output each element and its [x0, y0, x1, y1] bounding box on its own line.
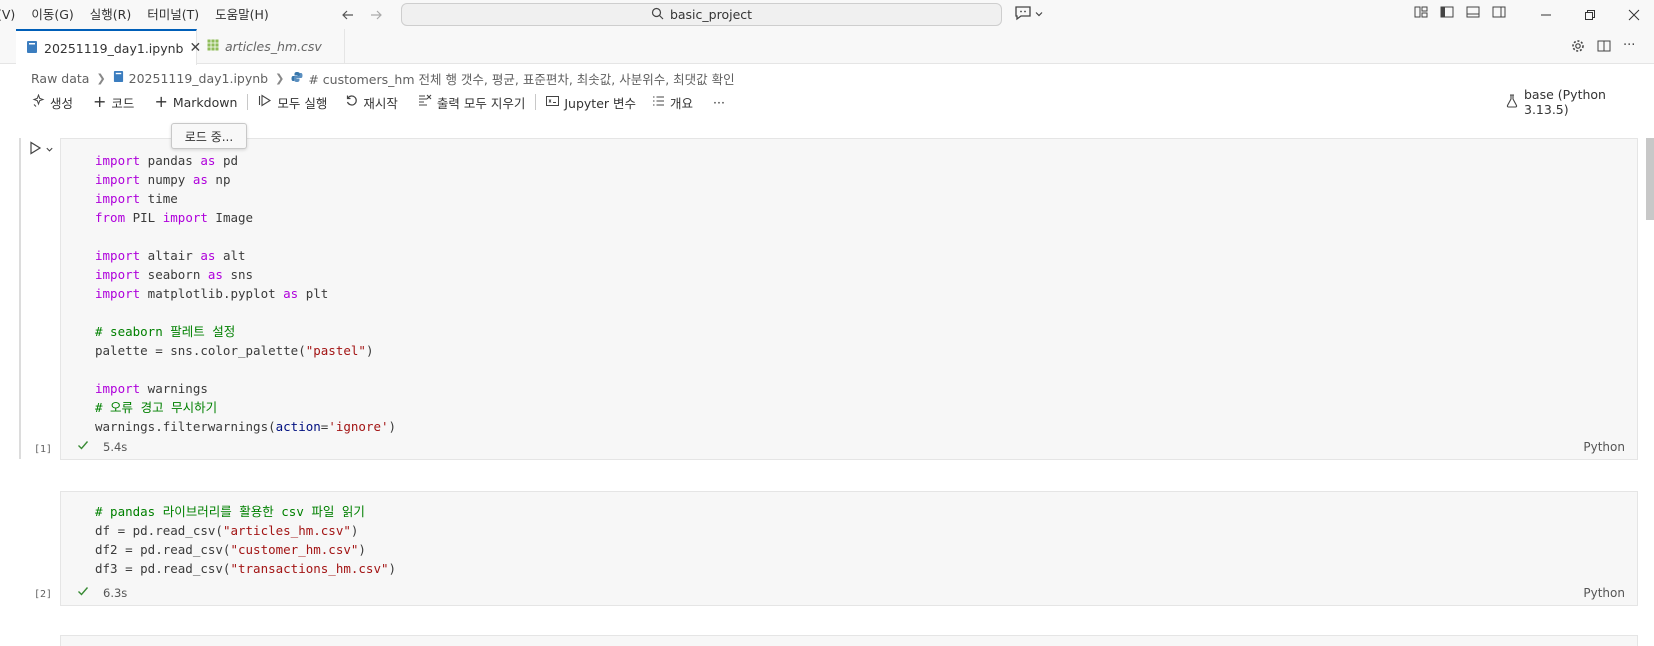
tab-label: 20251119_day1.ipynb [44, 40, 184, 56]
tab-csv[interactable]: articles_hm.csv [197, 29, 345, 64]
vertical-scrollbar[interactable] [1643, 138, 1654, 646]
menu-bar: (V) 이동(G) 실행(R) 터미널(T) 도움말(H) [0, 0, 277, 29]
clear-all-icon [418, 94, 432, 110]
menu-terminal[interactable]: 터미널(T) [139, 0, 207, 29]
kernel-picker[interactable]: base (Python 3.13.5) [1506, 87, 1654, 117]
add-markdown-cell-button[interactable]: + Markdown [148, 91, 243, 113]
notebook-file-icon [113, 70, 124, 86]
chevron-right-icon: ❯ [275, 71, 285, 85]
breadcrumb-root[interactable]: Raw data [31, 71, 89, 86]
notebook-file-icon [26, 40, 38, 57]
customize-layout-icon[interactable] [1414, 5, 1428, 23]
minimize-icon[interactable] [1524, 0, 1568, 29]
command-center-search[interactable]: basic_project [401, 3, 1002, 26]
sparkle-icon [32, 93, 45, 110]
kernel-label: base (Python 3.13.5) [1524, 87, 1606, 117]
chat-icon [1014, 5, 1032, 25]
forward-arrow-icon[interactable] [368, 7, 384, 23]
scrollbar-thumb[interactable] [1646, 138, 1654, 220]
chevron-down-icon [1034, 8, 1044, 23]
toolbar-divider [535, 94, 537, 110]
more-actions-icon[interactable]: ··· [1623, 39, 1635, 57]
title-bar: (V) 이동(G) 실행(R) 터미널(T) 도움말(H) basic_proj… [0, 0, 1654, 29]
toggle-panel-icon[interactable] [1466, 5, 1480, 23]
notebook-toolbar: 생성 + 코드 + Markdown 모두 실행 재시작 출력 모두 지우기 J… [26, 91, 731, 113]
python-icon [291, 71, 303, 86]
back-arrow-icon[interactable] [340, 7, 356, 23]
more-toolbar-button[interactable]: ··· [707, 91, 731, 113]
search-icon [651, 7, 664, 23]
jupyter-variables-button[interactable]: Jupyter 변수 [540, 91, 642, 113]
menu-help[interactable]: 도움말(H) [207, 0, 277, 29]
loading-tooltip: 로드 중... [171, 123, 247, 149]
cell-status-bar: 5.4s Python [61, 435, 1637, 459]
restart-button[interactable]: 재시작 [339, 91, 404, 113]
menu-view[interactable]: (V) [0, 0, 23, 29]
search-text: basic_project [669, 7, 753, 22]
toggle-primary-sidebar-icon[interactable] [1440, 5, 1454, 23]
list-icon [652, 95, 665, 110]
plus-icon: + [93, 92, 107, 111]
run-all-icon [258, 94, 272, 110]
menu-run[interactable]: 실행(R) [82, 0, 139, 29]
code-cell[interactable]: # pandas 라이브러리를 활용한 csv 파일 읽기 df = pd.re… [60, 491, 1638, 606]
breadcrumb-file[interactable]: 20251119_day1.ipynb [129, 71, 268, 86]
cell-language[interactable]: Python [1583, 440, 1625, 454]
chevron-right-icon: ❯ [96, 71, 106, 85]
execution-count: [1] [34, 444, 53, 455]
tab-notebook[interactable]: 20251119_day1.ipynb ✕ [16, 29, 201, 65]
add-code-cell-button[interactable]: + 코드 [87, 91, 140, 113]
run-cell-button[interactable] [28, 141, 54, 159]
run-all-button[interactable]: 모두 실행 [252, 91, 333, 113]
restore-icon[interactable] [1568, 0, 1612, 29]
editor-tab-bar: 20251119_day1.ipynb ✕ articles_hm.csv ··… [0, 29, 1654, 65]
toolbar-divider [247, 94, 249, 110]
execution-count: [2] [34, 589, 53, 600]
outline-button[interactable]: 개요 [646, 91, 699, 113]
restart-icon [345, 94, 358, 110]
split-editor-icon[interactable] [1597, 39, 1611, 57]
csv-file-icon [207, 39, 219, 54]
plus-icon: + [154, 92, 168, 111]
menu-go[interactable]: 이동(G) [23, 0, 81, 29]
variables-icon [546, 95, 560, 110]
cell-language[interactable]: Python [1583, 586, 1625, 600]
tab-label: articles_hm.csv [225, 39, 322, 54]
clear-outputs-button[interactable]: 출력 모두 지우기 [412, 91, 531, 113]
close-window-icon[interactable] [1612, 0, 1654, 29]
play-icon [28, 141, 42, 159]
cell-status-bar: 6.3s Python [61, 581, 1637, 605]
breadcrumb: Raw data ❯ 20251119_day1.ipynb ❯ # custo… [31, 67, 735, 89]
check-icon [77, 439, 89, 455]
code-editor[interactable]: import pandas as pd import numpy as np i… [95, 151, 396, 436]
breadcrumb-cell[interactable]: # customers_hm 전체 행 갯수, 평균, 표준편차, 최솟값, 사… [308, 69, 734, 88]
chevron-down-icon [45, 143, 54, 158]
cell-focus-indicator [19, 138, 21, 459]
code-editor[interactable]: # pandas 라이브러리를 활용한 csv 파일 읽기 df = pd.re… [95, 502, 396, 578]
copilot-button[interactable] [1014, 5, 1044, 25]
check-icon [77, 585, 89, 601]
generate-button[interactable]: 생성 [26, 91, 79, 113]
execution-duration: 5.4s [103, 440, 128, 454]
code-cell[interactable]: import pandas as pd import numpy as np i… [60, 138, 1638, 460]
kernel-icon [1506, 93, 1518, 111]
toggle-secondary-sidebar-icon[interactable] [1492, 5, 1506, 23]
code-cell[interactable] [60, 635, 1638, 646]
execution-duration: 6.3s [103, 586, 128, 600]
gear-icon[interactable] [1571, 39, 1585, 57]
